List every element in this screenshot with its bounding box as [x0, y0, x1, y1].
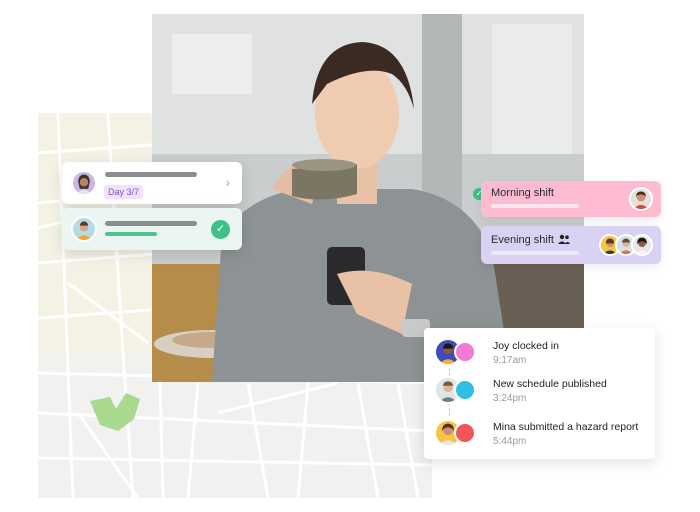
shift-label: Morning shift [491, 187, 554, 199]
avatar [71, 170, 97, 196]
avatar [71, 216, 97, 242]
shift-label: Evening shift [491, 234, 554, 246]
report-icon [454, 422, 476, 444]
progress-bar [105, 232, 157, 236]
evening-shift-card[interactable]: Evening shift [481, 226, 661, 264]
activity-item[interactable]: Joy clocked in 9:17am [434, 338, 649, 370]
name-placeholder-bar [105, 221, 197, 226]
activity-title: New schedule published [493, 378, 607, 390]
name-placeholder-bar [105, 172, 197, 177]
group-icon [558, 234, 570, 244]
avatar [629, 187, 653, 211]
employee-progress-card[interactable]: Day 3/7 › [62, 162, 242, 204]
shift-placeholder-bar [491, 204, 579, 208]
check-circle-icon: ✓ [211, 220, 230, 239]
activity-feed: Joy clocked in 9:17am New schedule publi… [424, 328, 655, 459]
morning-shift-card[interactable]: Morning shift [481, 181, 661, 217]
activity-item[interactable]: Mina submitted a hazard report 5:44pm [434, 419, 649, 451]
activity-time: 9:17am [493, 355, 527, 366]
chevron-right-icon[interactable]: › [225, 174, 230, 190]
employee-completed-card[interactable]: ✓ [62, 208, 242, 250]
day-progress-badge: Day 3/7 [104, 185, 144, 199]
shift-placeholder-bar [491, 251, 579, 255]
activity-item[interactable]: New schedule published 3:24pm [434, 376, 649, 408]
calendar-icon [454, 379, 476, 401]
activity-title: Mina submitted a hazard report [493, 421, 639, 433]
activity-title: Joy clocked in [493, 340, 559, 352]
activity-time: 3:24pm [493, 393, 527, 404]
avatar [631, 234, 653, 256]
activity-time: 5:44pm [493, 436, 527, 447]
clock-icon [454, 341, 476, 363]
